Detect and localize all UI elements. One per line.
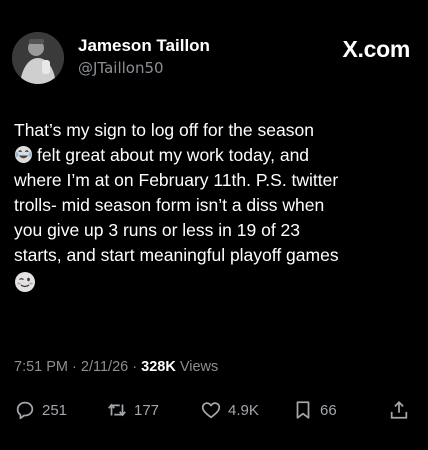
reply-button[interactable]: 251 xyxy=(14,399,67,421)
bookmark-count: 66 xyxy=(320,401,337,419)
reply-icon xyxy=(16,401,34,420)
share-button[interactable] xyxy=(388,399,416,421)
bookmark-button[interactable]: 66 xyxy=(292,399,337,421)
bookmark-icon xyxy=(296,401,310,419)
repost-count: 177 xyxy=(134,401,160,419)
meta-separator-2: · xyxy=(132,359,138,375)
x-logo-text: X.com xyxy=(342,36,410,62)
laughing-crying-emoji-icon xyxy=(14,145,33,164)
meta-separator: · xyxy=(72,359,77,375)
tweet-header: Jameson Taillon @JTaillon50 X.com xyxy=(12,32,416,84)
like-icon xyxy=(201,402,221,419)
tweet-line-4: trolls- mid season form isn’t a diss whe… xyxy=(14,195,325,215)
tweet-line-2: felt great about my work today, and xyxy=(14,143,418,168)
author-names: Jameson Taillon @JTaillon50 xyxy=(78,36,210,77)
tweet-line-3: where I’m at on February 11th. P.S. twit… xyxy=(14,170,339,190)
like-button[interactable]: 4.9K xyxy=(200,399,259,421)
avatar[interactable] xyxy=(12,32,64,84)
avatar-photo xyxy=(12,32,64,84)
repost-button[interactable]: 177 xyxy=(106,399,159,421)
tweet-time[interactable]: 7:51 PM xyxy=(14,359,68,375)
views-count: 328K xyxy=(141,359,176,375)
author-display-name[interactable]: Jameson Taillon xyxy=(78,36,210,56)
tweet-line-2-text: felt great about my work today, and xyxy=(37,145,310,165)
tweet-meta: 7:51 PM · 2/11/26 · 328K Views xyxy=(14,359,218,375)
views-label: Views xyxy=(179,359,219,375)
reply-count: 251 xyxy=(42,401,68,419)
tweet-card: Jameson Taillon @JTaillon50 X.com That’s… xyxy=(0,0,428,450)
tweet-line-1: That’s my sign to log off for the season xyxy=(14,120,314,140)
tweet-line-5: you give up 3 runs or less in 19 of 23 xyxy=(14,220,301,240)
author-handle[interactable]: @JTaillon50 xyxy=(78,59,210,77)
tweet-actions: 251 177 4.9K 66 xyxy=(14,399,414,423)
tweet-line-6: starts, and start meaningful playoff gam… xyxy=(14,245,339,265)
like-count: 4.9K xyxy=(228,401,259,419)
tweet-body: That’s my sign to log off for the season… xyxy=(14,118,418,293)
repost-icon xyxy=(108,403,126,417)
winking-face-emoji-icon xyxy=(15,272,35,292)
tweet-date[interactable]: 2/11/26 xyxy=(81,359,128,375)
share-icon xyxy=(390,400,408,419)
